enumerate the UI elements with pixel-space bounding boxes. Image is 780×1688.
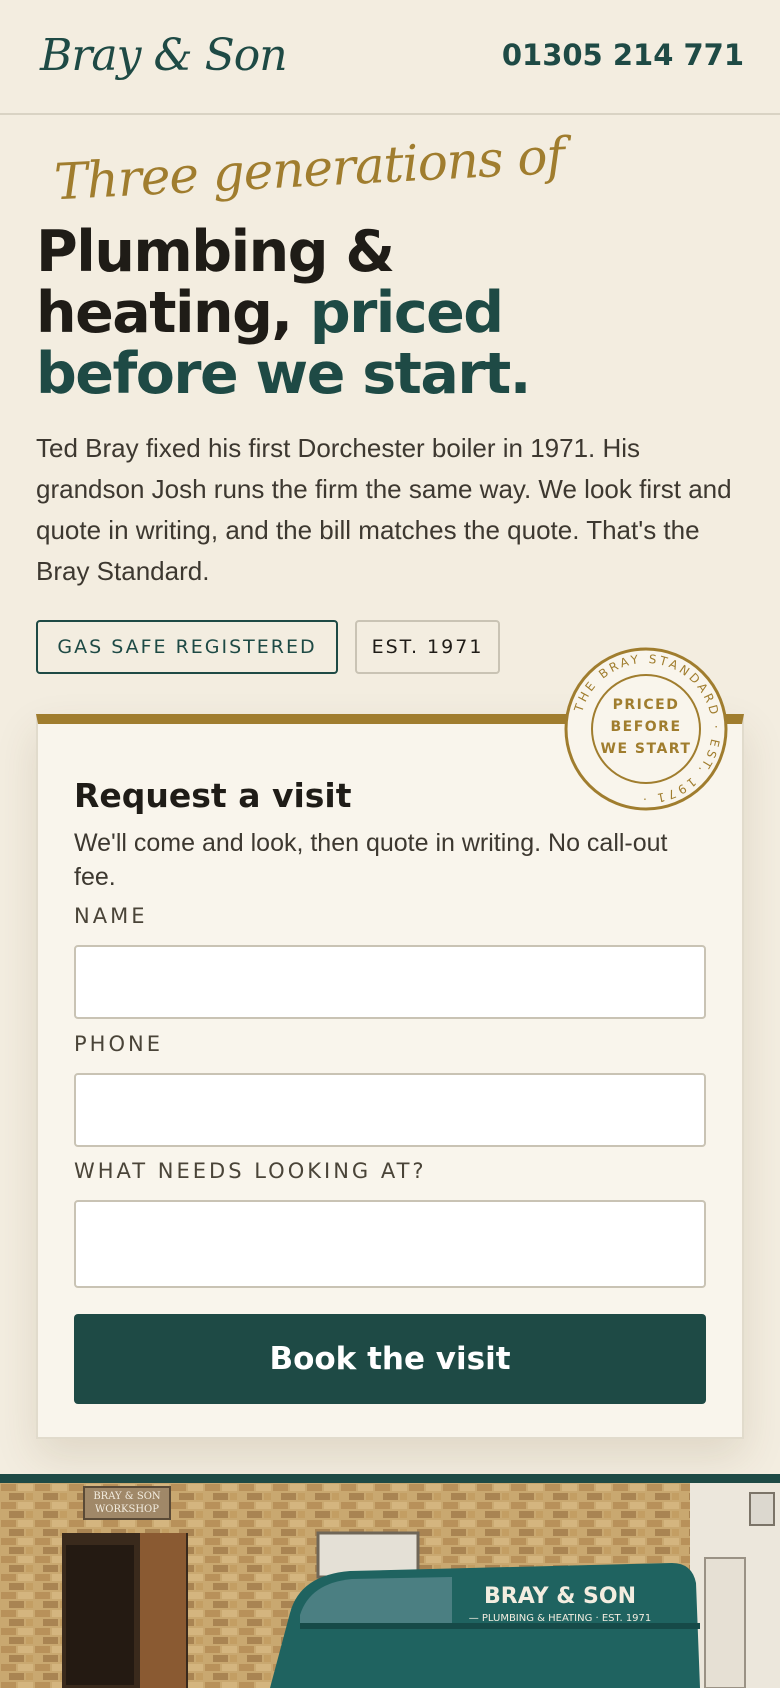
svg-text:WORKSHOP: WORKSHOP [95,1504,159,1515]
hero-script-line: Three generations of [52,126,566,212]
bray-standard-stamp: THE BRAY STANDARD · EST. 1971 · PRICED B… [564,647,728,811]
stamp-line-3: WE START [601,741,692,757]
stamp-line-1: PRICED [613,697,680,713]
form-title: Request a visit [74,776,352,815]
van-tagline-text: — PLUMBING & HEATING · EST. 1971 [469,1613,652,1624]
gas-safe-badge: GAS SAFE REGISTERED [36,620,338,674]
form-subtitle: We'll come and look, then quote in writi… [74,829,668,891]
name-field[interactable] [74,945,706,1019]
request-visit-card: Request a visit We'll come and look, the… [36,714,744,1439]
workshop-van-illustration: BRAY & SON WORKSHOP BRAY & SON — PLUMBIN… [0,1483,780,1688]
established-badge: EST. 1971 [355,620,500,674]
book-visit-button[interactable]: Book the visit [74,1314,706,1404]
phone-link[interactable]: 01305 214 771 [502,38,744,72]
issue-field[interactable] [74,1200,706,1288]
phone-field[interactable] [74,1073,706,1147]
hero-intro: Ted Bray fixed his first Dorchester boil… [36,433,732,586]
van-brand-text: BRAY & SON [484,1584,636,1609]
svg-text:BRAY & SON: BRAY & SON [93,1491,161,1502]
hero-headline: Plumbing & heating, priced before we sta… [36,222,556,405]
workshop-photo: BRAY & SON WORKSHOP BRAY & SON — PLUMBIN… [0,1474,780,1688]
stamp-line-2: BEFORE [610,719,681,735]
site-header: Bray & Son 01305 214 771 [0,0,780,115]
phone-label: PHONE [74,1032,163,1056]
issue-label: WHAT NEEDS LOOKING AT? [74,1159,427,1183]
name-label: NAME [74,904,148,928]
brand-logo[interactable]: Bray & Son [40,30,288,81]
